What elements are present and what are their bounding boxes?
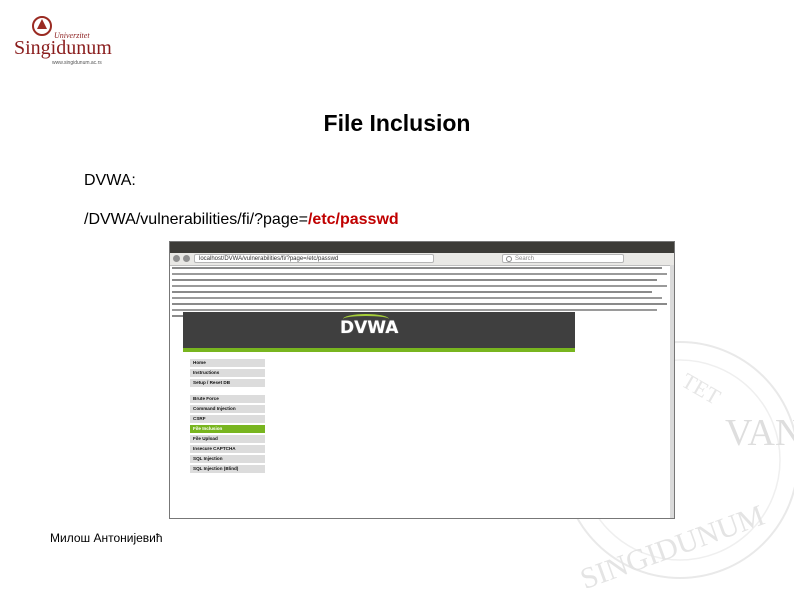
menu-item-instructions[interactable]: Instructions: [190, 369, 265, 377]
slide-text-url: /DVWA/vulnerabilities/fi/?page=/etc/pass…: [84, 211, 399, 229]
browser-tab-bar: [170, 242, 674, 253]
menu-item-sql-injection[interactable]: SQL Injection: [190, 455, 265, 463]
slide-title: File Inclusion: [323, 110, 471, 136]
address-bar[interactable]: localhost/DVWA/vulnerabilities/fi/?page=…: [194, 254, 434, 263]
menu-item-home[interactable]: Home: [190, 359, 265, 367]
dvwa-header: DVWA: [183, 312, 575, 352]
passwd-line: [172, 303, 667, 305]
logo-name: Singidunum: [14, 37, 112, 59]
menu-item-insecure-captcha[interactable]: Insecure CAPTCHA: [190, 445, 265, 453]
search-placeholder: Search: [515, 256, 535, 262]
passwd-line: [172, 309, 657, 311]
url-prefix: /DVWA/vulnerabilities/fi/?page=: [84, 211, 308, 228]
svg-text:VANI: VANI: [725, 412, 794, 454]
menu-item-setup[interactable]: Setup / Reset DB: [190, 379, 265, 387]
logo-site: www.singidunum.ac.rs: [52, 60, 102, 66]
passwd-line: [172, 285, 667, 287]
university-logo: Univerzitet Singidunum www.singidunum.ac…: [12, 14, 122, 70]
search-icon: [506, 256, 512, 262]
passwd-line: [172, 297, 662, 299]
menu-item-file-upload[interactable]: File Upload: [190, 435, 265, 443]
menu-item-file-inclusion[interactable]: File Inclusion: [190, 425, 265, 433]
passwd-line: [172, 273, 667, 275]
passwd-line: [172, 291, 652, 293]
menu-item-command-injection[interactable]: Command Injection: [190, 405, 265, 413]
menu-item-sql-injection-blind[interactable]: SQL Injection (Blind): [190, 465, 265, 473]
scrollbar[interactable]: [670, 265, 674, 518]
browser-screenshot: localhost/DVWA/vulnerabilities/fi/?page=…: [169, 241, 675, 519]
menu-item-brute-force[interactable]: Brute Force: [190, 395, 265, 403]
passwd-line: [172, 279, 657, 281]
forward-icon[interactable]: [183, 255, 190, 262]
passwd-line: [172, 267, 662, 269]
dvwa-logo: DVWA: [340, 318, 399, 338]
back-icon[interactable]: [173, 255, 180, 262]
browser-nav-bar: localhost/DVWA/vulnerabilities/fi/?page=…: [170, 253, 674, 266]
svg-text:TET: TET: [678, 368, 726, 410]
slide-text-dvwa: DVWA:: [84, 172, 136, 189]
search-input[interactable]: Search: [502, 254, 624, 263]
author-name: Милош Антонијевић: [50, 531, 163, 545]
url-param: /etc/passwd: [307, 211, 399, 228]
dvwa-sidebar: Home Instructions Setup / Reset DB Brute…: [190, 359, 265, 475]
menu-item-csrf[interactable]: CSRF: [190, 415, 265, 423]
